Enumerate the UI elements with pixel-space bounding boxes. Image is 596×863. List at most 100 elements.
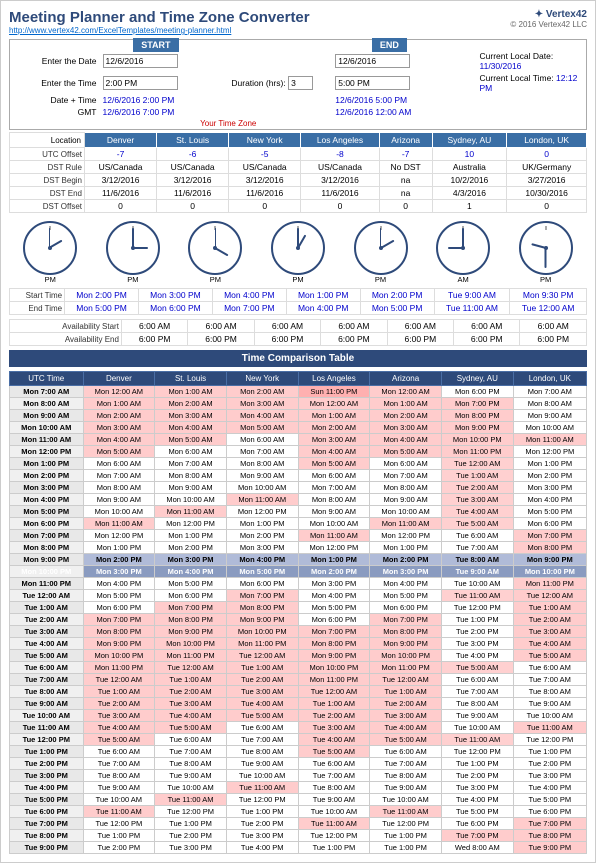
table-row: Mon 8:00 AMMon 1:00 AMMon 2:00 AMMon 3:0…	[10, 398, 587, 410]
table-row: Tue 4:00 AMMon 9:00 PMMon 10:00 PMMon 11…	[10, 638, 587, 650]
th-sydney: Sydney, AU	[441, 372, 513, 386]
utc-offset-row: UTC Offset -7-6-5 -8-7100	[10, 148, 587, 161]
end-gmt-value: 12/6/2016 12:00 AM	[332, 106, 446, 118]
date-time-label: Date + Time	[10, 94, 100, 106]
th-utc: UTC Time	[10, 372, 84, 386]
col-stlouis: St. Louis	[157, 133, 229, 148]
table-row: Mon 10:00 PMMon 3:00 PMMon 4:00 PMMon 5:…	[10, 566, 587, 578]
clock-newyork: PM	[188, 221, 242, 284]
dst-offset-row: DST Offset 0000010	[10, 200, 587, 213]
comparison-title: Time Comparison Table	[9, 350, 587, 367]
table-row: Tue 10:00 AMTue 3:00 AMTue 4:00 AMTue 5:…	[10, 710, 587, 722]
table-row: Mon 7:00 PMMon 12:00 PMMon 1:00 PMMon 2:…	[10, 530, 587, 542]
end-label: END	[372, 38, 407, 52]
table-row: Tue 12:00 PMTue 5:00 AMTue 6:00 AMTue 7:…	[10, 734, 587, 746]
end-date-input[interactable]	[335, 54, 410, 68]
table-row: Mon 7:00 AMMon 12:00 AMMon 1:00 AMMon 2:…	[10, 386, 587, 398]
header-copyright: © 2016 Vertex42 LLC	[510, 20, 587, 29]
start-end-time-table: Start Time Mon 2:00 PM Mon 3:00 PM Mon 4…	[9, 288, 587, 315]
duration-label: Duration (hrs):	[212, 72, 332, 94]
start-gmt-value: 12/6/2016 7:00 PM	[100, 106, 213, 118]
table-row: Tue 8:00 PMTue 1:00 PMTue 2:00 PMTue 3:0…	[10, 830, 587, 842]
start-datetime-value: 12/6/2016 2:00 PM	[100, 94, 213, 106]
end-time-input[interactable]	[335, 76, 410, 90]
dst-begin-row: DST Begin 3/12/20163/12/20163/12/2016 3/…	[10, 174, 587, 187]
end-datetime-value: 12/6/2016 5:00 PM	[332, 94, 446, 106]
table-row: Mon 5:00 PMMon 10:00 AMMon 11:00 AMMon 1…	[10, 506, 587, 518]
enter-time-label: Enter the Time	[10, 72, 100, 94]
table-row: Tue 4:00 PMTue 9:00 AMTue 10:00 AMTue 11…	[10, 782, 587, 794]
clocks-row: PM PM PM PM	[9, 217, 587, 288]
table-row: Mon 8:00 PMMon 1:00 PMMon 2:00 PMMon 3:0…	[10, 542, 587, 554]
table-row: Tue 5:00 AMMon 10:00 PMMon 11:00 PMTue 1…	[10, 650, 587, 662]
table-row: Mon 6:00 PMMon 11:00 AMMon 12:00 PMMon 1…	[10, 518, 587, 530]
table-row: Tue 3:00 PMTue 8:00 AMTue 9:00 AMTue 10:…	[10, 770, 587, 782]
start-date-input[interactable]	[103, 54, 178, 68]
start-label: START	[133, 38, 178, 52]
clock-sydney: AM	[436, 221, 490, 284]
table-row: Mon 11:00 PMMon 4:00 PMMon 5:00 PMMon 6:…	[10, 578, 587, 590]
table-row: Tue 3:00 AMMon 8:00 PMMon 9:00 PMMon 10:…	[10, 626, 587, 638]
table-row: Tue 6:00 PMTue 11:00 AMTue 12:00 PMTue 1…	[10, 806, 587, 818]
col-sydney: Sydney, AU	[432, 133, 507, 148]
table-row: Tue 8:00 AMTue 1:00 AMTue 2:00 AMTue 3:0…	[10, 686, 587, 698]
dst-rule-row: DST Rule US/CanadaUS/CanadaUS/Canada US/…	[10, 161, 587, 174]
current-local-date-label: Current Local Date: 11/30/2016	[477, 50, 587, 72]
start-time-row: Start Time Mon 2:00 PM Mon 3:00 PM Mon 4…	[10, 289, 587, 302]
table-row: Tue 1:00 AMMon 6:00 PMMon 7:00 PMMon 8:0…	[10, 602, 587, 614]
table-row: Mon 10:00 AMMon 3:00 AMMon 4:00 AMMon 5:…	[10, 422, 587, 434]
table-row: Tue 1:00 PMTue 6:00 AMTue 7:00 AMTue 8:0…	[10, 746, 587, 758]
availability-table: Availability Start 6:00 AM6:00 AM6:00 AM…	[9, 319, 587, 346]
table-row: Mon 1:00 PMMon 6:00 AMMon 7:00 AMMon 8:0…	[10, 458, 587, 470]
table-row: Mon 4:00 PMMon 9:00 AMMon 10:00 AMMon 11…	[10, 494, 587, 506]
table-row: Tue 12:00 AMMon 5:00 PMMon 6:00 PMMon 7:…	[10, 590, 587, 602]
page: Meeting Planner and Time Zone Converter …	[0, 0, 596, 863]
th-london: London, UK	[513, 372, 586, 386]
table-row: Mon 9:00 PMMon 2:00 PMMon 3:00 PMMon 4:0…	[10, 554, 587, 566]
table-row: Tue 2:00 PMTue 7:00 AMTue 8:00 AMTue 9:0…	[10, 758, 587, 770]
current-local-time-label: Current Local Time: 12:12 PM	[477, 72, 587, 94]
table-row: Mon 9:00 AMMon 2:00 AMMon 3:00 AMMon 4:0…	[10, 410, 587, 422]
clock-stlouis: PM	[106, 221, 160, 284]
your-tz-label: Your Time Zone	[10, 118, 447, 130]
start-time-input[interactable]	[103, 76, 178, 90]
col-arizona: Arizona	[379, 133, 432, 148]
top-form: START END Enter the Date Current Local D…	[9, 39, 587, 130]
th-newyork: New York	[226, 372, 298, 386]
clock-london: PM	[519, 221, 573, 284]
duration-input[interactable]	[288, 76, 313, 90]
table-row: Mon 2:00 PMMon 7:00 AMMon 8:00 AMMon 9:0…	[10, 470, 587, 482]
end-time-row: End Time Mon 5:00 PM Mon 6:00 PM Mon 7:0…	[10, 302, 587, 315]
comparison-table: UTC Time Denver St. Louis New York Los A…	[9, 371, 587, 854]
dst-end-row: DST End 11/6/201611/6/201611/6/2016 11/6…	[10, 187, 587, 200]
table-row: Tue 9:00 PMTue 2:00 PMTue 3:00 PMTue 4:0…	[10, 842, 587, 854]
th-stlouis: St. Louis	[155, 372, 227, 386]
tz-info-table: Location Denver St. Louis New York Los A…	[9, 132, 587, 213]
table-row: Tue 9:00 AMTue 2:00 AMTue 3:00 AMTue 4:0…	[10, 698, 587, 710]
clock-arizona: PM	[354, 221, 408, 284]
th-denver: Denver	[83, 372, 155, 386]
table-row: Tue 11:00 AMTue 4:00 AMTue 5:00 AMTue 6:…	[10, 722, 587, 734]
header-link[interactable]: http://www.vertex42.com/ExcelTemplates/m…	[9, 26, 310, 35]
gmt-label: GMT	[10, 106, 100, 118]
th-la: Los Angeles	[298, 372, 370, 386]
avail-end-row: Availability End 6:00 PM6:00 PM6:00 PM6:…	[10, 333, 587, 346]
col-newyork: New York	[229, 133, 301, 148]
col-london: London, UK	[507, 133, 587, 148]
page-title: Meeting Planner and Time Zone Converter	[9, 9, 310, 26]
table-row: Tue 7:00 PMTue 12:00 PMTue 1:00 PMTue 2:…	[10, 818, 587, 830]
table-row: Tue 7:00 AMTue 12:00 AMTue 1:00 AMTue 2:…	[10, 674, 587, 686]
table-row: Mon 11:00 AMMon 4:00 AMMon 5:00 AMMon 6:…	[10, 434, 587, 446]
table-row: Mon 12:00 PMMon 5:00 AMMon 6:00 AMMon 7:…	[10, 446, 587, 458]
header-logo: ✦ Vertex42	[510, 9, 587, 20]
col-denver: Denver	[85, 133, 157, 148]
table-row: Mon 3:00 PMMon 8:00 AMMon 9:00 AMMon 10:…	[10, 482, 587, 494]
table-row: Tue 2:00 AMMon 7:00 PMMon 8:00 PMMon 9:0…	[10, 614, 587, 626]
table-row: Tue 5:00 PMTue 10:00 AMTue 11:00 AMTue 1…	[10, 794, 587, 806]
clock-la: PM	[271, 221, 325, 284]
clock-denver: PM	[23, 221, 77, 284]
th-arizona: Arizona	[370, 372, 442, 386]
header: Meeting Planner and Time Zone Converter …	[9, 9, 587, 35]
avail-start-row: Availability Start 6:00 AM6:00 AM6:00 AM…	[10, 320, 587, 333]
col-la: Los Angeles	[301, 133, 380, 148]
